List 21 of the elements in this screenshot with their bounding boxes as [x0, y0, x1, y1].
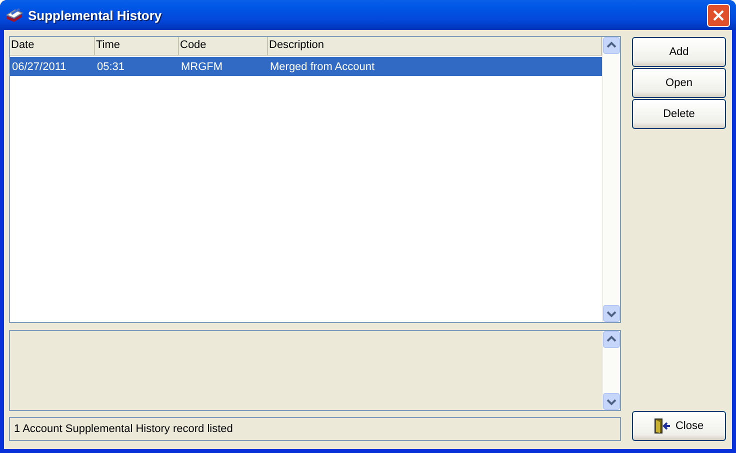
- action-button[interactable]: Open: [632, 68, 726, 98]
- column-header[interactable]: Time: [95, 37, 179, 55]
- action-button[interactable]: Add: [632, 37, 726, 67]
- table-cell-text: Merged from Account: [269, 60, 376, 72]
- scroll-down-button[interactable]: [603, 305, 620, 322]
- table-cell-text: 05:31: [96, 60, 126, 72]
- scroll-up-button[interactable]: [603, 37, 620, 54]
- book-icon: [6, 7, 23, 23]
- table-row[interactable]: 06/27/2011 05:31 MRGFM Merged from Account: [10, 57, 602, 76]
- column-header[interactable]: Code: [179, 37, 268, 55]
- table-cell-text: MRGFM: [180, 60, 224, 72]
- column-header[interactable]: Date: [10, 37, 95, 55]
- close-icon[interactable]: [707, 4, 730, 26]
- scroll-down-button[interactable]: [603, 393, 620, 410]
- table-cell-text: 06/27/2011: [11, 60, 68, 72]
- window-title: Supplemental History: [28, 8, 163, 22]
- scroll-up-button[interactable]: [603, 331, 620, 348]
- door-exit-icon: [654, 418, 672, 434]
- close-button[interactable]: Close: [632, 411, 726, 441]
- action-button[interactable]: Delete: [632, 99, 726, 129]
- status-bar: 1 Account Supplemental History record listed: [9, 417, 621, 441]
